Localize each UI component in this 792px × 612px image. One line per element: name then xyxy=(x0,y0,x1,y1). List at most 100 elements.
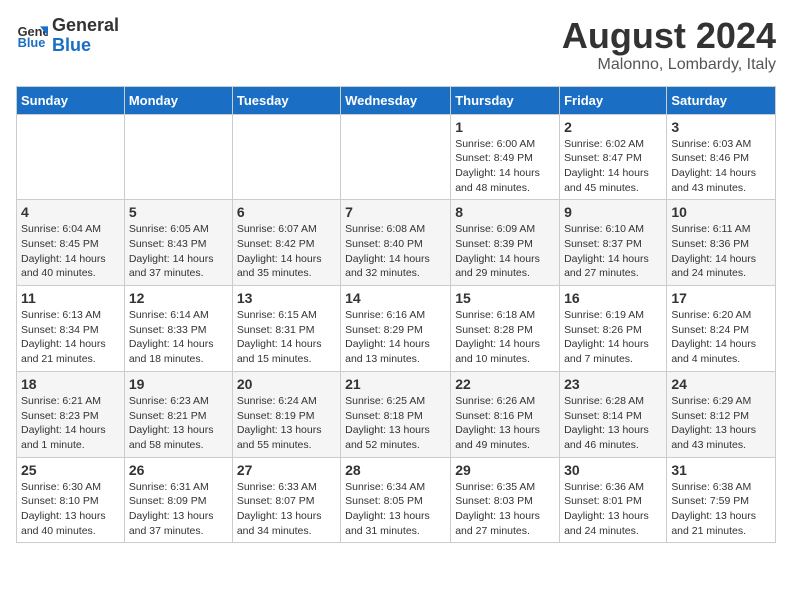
weekday-header-sunday: Sunday xyxy=(17,86,125,114)
day-number: 12 xyxy=(129,290,228,306)
weekday-header-row: SundayMondayTuesdayWednesdayThursdayFrid… xyxy=(17,86,776,114)
calendar-cell: 14Sunrise: 6:16 AM Sunset: 8:29 PM Dayli… xyxy=(341,286,451,372)
calendar-cell: 31Sunrise: 6:38 AM Sunset: 7:59 PM Dayli… xyxy=(667,457,776,543)
day-info: Sunrise: 6:33 AM Sunset: 8:07 PM Dayligh… xyxy=(237,480,336,539)
day-info: Sunrise: 6:19 AM Sunset: 8:26 PM Dayligh… xyxy=(564,308,662,367)
calendar-cell: 25Sunrise: 6:30 AM Sunset: 8:10 PM Dayli… xyxy=(17,457,125,543)
calendar-cell: 13 Sunrise: 6:15 AM Sunset: 8:31 PM Dayli… xyxy=(232,286,340,372)
calendar-cell: 3 Sunrise: 6:03 AM Sunset: 8:46 PM Daylig… xyxy=(667,114,776,200)
logo: General Blue General Blue xyxy=(16,16,119,56)
day-number: 19 xyxy=(129,376,228,392)
calendar-cell: 15Sunrise: 6:18 AM Sunset: 8:28 PM Dayli… xyxy=(451,286,560,372)
day-info: Sunrise: 6:02 AM Sunset: 8:47 PM Dayligh… xyxy=(564,137,662,196)
day-info: Sunrise: 6:09 AM Sunset: 8:39 PM Dayligh… xyxy=(455,222,555,281)
day-info: Sunrise: 6:00 AM Sunset: 8:49 PM Dayligh… xyxy=(455,137,555,196)
calendar-cell: 5 Sunrise: 6:05 AM Sunset: 8:43 PM Daylig… xyxy=(124,200,232,286)
calendar-cell: 29 Sunrise: 6:35 AM Sunset: 8:03 PM Dayli… xyxy=(451,457,560,543)
day-number: 26 xyxy=(129,462,228,478)
calendar-cell xyxy=(232,114,340,200)
week-row-1: 1 Sunrise: 6:00 AM Sunset: 8:49 PM Daylig… xyxy=(17,114,776,200)
calendar-body: 1 Sunrise: 6:00 AM Sunset: 8:49 PM Daylig… xyxy=(17,114,776,543)
day-info: Sunrise: 6:08 AM Sunset: 8:40 PM Dayligh… xyxy=(345,222,446,281)
day-info: Sunrise: 6:29 AM Sunset: 8:12 PM Dayligh… xyxy=(671,394,771,453)
calendar-cell: 9 Sunrise: 6:10 AM Sunset: 8:37 PM Daylig… xyxy=(560,200,667,286)
logo-line1: General xyxy=(52,16,119,36)
day-number: 1 xyxy=(455,119,555,135)
week-row-2: 4 Sunrise: 6:04 AM Sunset: 8:45 PM Daylig… xyxy=(17,200,776,286)
day-info: Sunrise: 6:35 AM Sunset: 8:03 PM Dayligh… xyxy=(455,480,555,539)
day-number: 4 xyxy=(21,204,120,220)
day-info: Sunrise: 6:16 AM Sunset: 8:29 PM Dayligh… xyxy=(345,308,446,367)
day-info: Sunrise: 6:25 AM Sunset: 8:18 PM Dayligh… xyxy=(345,394,446,453)
day-number: 29 xyxy=(455,462,555,478)
weekday-header-wednesday: Wednesday xyxy=(341,86,451,114)
day-number: 9 xyxy=(564,204,662,220)
calendar-cell: 7 Sunrise: 6:08 AM Sunset: 8:40 PM Daylig… xyxy=(341,200,451,286)
day-number: 7 xyxy=(345,204,446,220)
calendar-cell: 4 Sunrise: 6:04 AM Sunset: 8:45 PM Daylig… xyxy=(17,200,125,286)
day-info: Sunrise: 6:26 AM Sunset: 8:16 PM Dayligh… xyxy=(455,394,555,453)
day-number: 23 xyxy=(564,376,662,392)
day-info: Sunrise: 6:14 AM Sunset: 8:33 PM Dayligh… xyxy=(129,308,228,367)
location: Malonno, Lombardy, Italy xyxy=(562,56,776,74)
calendar-cell: 27 Sunrise: 6:33 AM Sunset: 8:07 PM Dayli… xyxy=(232,457,340,543)
week-row-3: 11 Sunrise: 6:13 AM Sunset: 8:34 PM Dayli… xyxy=(17,286,776,372)
day-number: 22 xyxy=(455,376,555,392)
day-info: Sunrise: 6:07 AM Sunset: 8:42 PM Dayligh… xyxy=(237,222,336,281)
day-info: Sunrise: 6:36 AM Sunset: 8:01 PM Dayligh… xyxy=(564,480,662,539)
weekday-header-monday: Monday xyxy=(124,86,232,114)
day-info: Sunrise: 6:03 AM Sunset: 8:46 PM Dayligh… xyxy=(671,137,771,196)
day-number: 10 xyxy=(671,204,771,220)
day-number: 11 xyxy=(21,290,120,306)
calendar-cell: 17Sunrise: 6:20 AM Sunset: 8:24 PM Dayli… xyxy=(667,286,776,372)
calendar-cell: 23 Sunrise: 6:28 AM Sunset: 8:14 PM Dayli… xyxy=(560,371,667,457)
day-info: Sunrise: 6:20 AM Sunset: 8:24 PM Dayligh… xyxy=(671,308,771,367)
page-header: General Blue General Blue August 2024 Ma… xyxy=(16,16,776,74)
day-number: 25 xyxy=(21,462,120,478)
calendar-cell xyxy=(17,114,125,200)
day-info: Sunrise: 6:04 AM Sunset: 8:45 PM Dayligh… xyxy=(21,222,120,281)
week-row-5: 25Sunrise: 6:30 AM Sunset: 8:10 PM Dayli… xyxy=(17,457,776,543)
day-number: 20 xyxy=(237,376,336,392)
logo-icon: General Blue xyxy=(16,20,48,52)
svg-text:Blue: Blue xyxy=(18,35,46,50)
day-info: Sunrise: 6:31 AM Sunset: 8:09 PM Dayligh… xyxy=(129,480,228,539)
day-number: 30 xyxy=(564,462,662,478)
weekday-header-saturday: Saturday xyxy=(667,86,776,114)
calendar-cell: 6 Sunrise: 6:07 AM Sunset: 8:42 PM Daylig… xyxy=(232,200,340,286)
day-info: Sunrise: 6:23 AM Sunset: 8:21 PM Dayligh… xyxy=(129,394,228,453)
day-number: 28 xyxy=(345,462,446,478)
calendar-cell: 26 Sunrise: 6:31 AM Sunset: 8:09 PM Dayli… xyxy=(124,457,232,543)
weekday-header-thursday: Thursday xyxy=(451,86,560,114)
calendar-cell: 20 Sunrise: 6:24 AM Sunset: 8:19 PM Dayli… xyxy=(232,371,340,457)
day-number: 21 xyxy=(345,376,446,392)
day-number: 5 xyxy=(129,204,228,220)
day-info: Sunrise: 6:05 AM Sunset: 8:43 PM Dayligh… xyxy=(129,222,228,281)
title-block: August 2024 Malonno, Lombardy, Italy xyxy=(562,16,776,74)
calendar-cell: 10Sunrise: 6:11 AM Sunset: 8:36 PM Dayli… xyxy=(667,200,776,286)
day-info: Sunrise: 6:38 AM Sunset: 7:59 PM Dayligh… xyxy=(671,480,771,539)
calendar-cell: 24 Sunrise: 6:29 AM Sunset: 8:12 PM Dayli… xyxy=(667,371,776,457)
day-number: 3 xyxy=(671,119,771,135)
day-number: 16 xyxy=(564,290,662,306)
day-info: Sunrise: 6:34 AM Sunset: 8:05 PM Dayligh… xyxy=(345,480,446,539)
calendar-cell: 21 Sunrise: 6:25 AM Sunset: 8:18 PM Dayli… xyxy=(341,371,451,457)
day-info: Sunrise: 6:15 AM Sunset: 8:31 PM Dayligh… xyxy=(237,308,336,367)
day-info: Sunrise: 6:10 AM Sunset: 8:37 PM Dayligh… xyxy=(564,222,662,281)
day-info: Sunrise: 6:13 AM Sunset: 8:34 PM Dayligh… xyxy=(21,308,120,367)
day-number: 8 xyxy=(455,204,555,220)
calendar-table: SundayMondayTuesdayWednesdayThursdayFrid… xyxy=(16,86,776,544)
day-info: Sunrise: 6:24 AM Sunset: 8:19 PM Dayligh… xyxy=(237,394,336,453)
week-row-4: 18Sunrise: 6:21 AM Sunset: 8:23 PM Dayli… xyxy=(17,371,776,457)
day-number: 2 xyxy=(564,119,662,135)
day-number: 6 xyxy=(237,204,336,220)
day-info: Sunrise: 6:28 AM Sunset: 8:14 PM Dayligh… xyxy=(564,394,662,453)
calendar-cell xyxy=(124,114,232,200)
day-number: 27 xyxy=(237,462,336,478)
day-number: 13 xyxy=(237,290,336,306)
calendar-cell xyxy=(341,114,451,200)
calendar-cell: 1 Sunrise: 6:00 AM Sunset: 8:49 PM Daylig… xyxy=(451,114,560,200)
month-year: August 2024 xyxy=(562,16,776,56)
day-number: 24 xyxy=(671,376,771,392)
calendar-cell: 28 Sunrise: 6:34 AM Sunset: 8:05 PM Dayli… xyxy=(341,457,451,543)
